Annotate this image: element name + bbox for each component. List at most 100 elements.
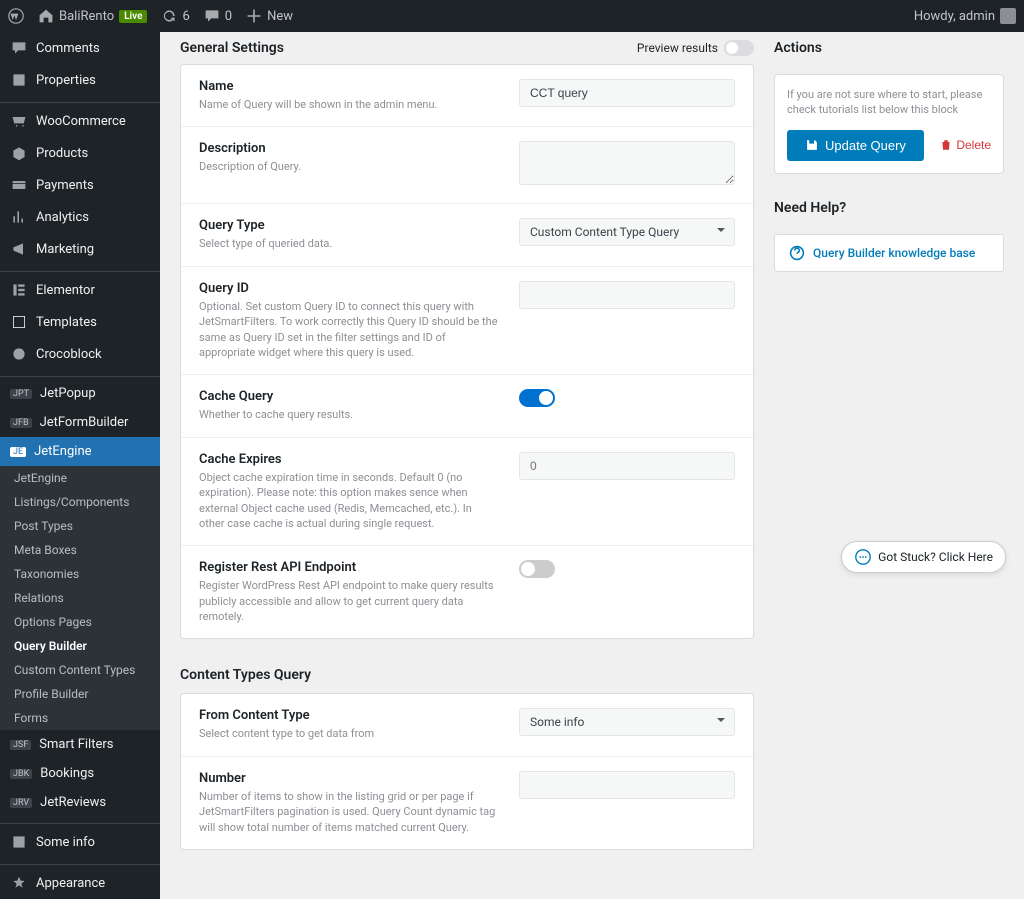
preview-results-toggle[interactable]: Preview results [637,40,754,56]
restapi-toggle[interactable] [519,560,555,578]
sidebar-sub-listings-components[interactable]: Listings/Components [0,490,160,514]
admin-sidebar: Comments Properties WooCommerce Products… [0,32,160,899]
cct-query-card: From Content Type Select content type to … [180,693,754,850]
actions-box: If you are not sure where to start, plea… [774,74,1004,174]
info-icon [10,833,28,851]
question-icon [789,245,805,261]
sidebar-sub-forms[interactable]: Forms [0,706,160,730]
cacheexpires-label: Cache Expires [199,452,499,467]
sidebar-item-jetpopup[interactable]: JPTJetPopup [0,379,160,408]
sidebar-sub-taxonomies[interactable]: Taxonomies [0,562,160,586]
cachequery-desc: Whether to cache query results. [199,408,353,421]
floating-help-button[interactable]: Got Stuck? Click Here [841,541,1006,573]
product-icon [10,144,28,162]
new-label: New [267,9,293,24]
sidebar-sub-custom-content-types[interactable]: Custom Content Types [0,658,160,682]
site-name: BaliRento [59,9,114,24]
general-settings-card: Name Name of Query will be shown in the a… [180,64,754,639]
sidebar-item-jetreviews[interactable]: JRVJetReviews [0,788,160,817]
sidebar-sub-jetengine[interactable]: JetEngine [0,466,160,490]
sidebar-item-templates[interactable]: Templates [0,306,160,338]
elementor-icon [10,281,28,299]
sidebar-sub-query-builder[interactable]: Query Builder [0,634,160,658]
woo-icon [10,112,28,130]
number-input[interactable] [519,771,735,799]
number-label: Number [199,771,499,786]
delete-button[interactable]: Delete [940,138,991,152]
avatar [1000,8,1016,24]
queryid-input[interactable] [519,281,735,309]
sidebar-item-appearance[interactable]: Appearance [0,867,160,899]
fromtype-select[interactable]: Some info [519,708,735,736]
queryid-desc: Optional. Set custom Query ID to connect… [199,300,498,359]
description-input[interactable] [519,141,735,185]
cachequery-label: Cache Query [199,389,499,404]
page-header: General Settings Preview results [180,32,754,64]
sidebar-item-someinfo[interactable]: Some info [0,826,160,858]
comments-link[interactable]: 0 [204,8,232,24]
jet-icon: JFB [10,418,32,428]
sidebar-item-comments[interactable]: Comments [0,32,160,64]
queryid-label: Query ID [199,281,499,296]
sidebar-item-jetengine[interactable]: JEJetEngine [0,437,160,466]
name-label: Name [199,79,499,94]
comments-count: 0 [225,9,232,24]
querytype-label: Query Type [199,218,499,233]
sidebar-item-analytics[interactable]: Analytics [0,201,160,233]
sidebar-sub-profile-builder[interactable]: Profile Builder [0,682,160,706]
site-name-link[interactable]: BaliRentoLive [38,8,147,24]
sidebar-item-payments[interactable]: Payments [0,169,160,201]
chat-icon [854,548,872,566]
cacheexpires-desc: Object cache expiration time in seconds.… [199,471,472,530]
cct-section-title: Content Types Query [180,657,754,693]
page-title: General Settings [180,40,284,56]
help-link-card[interactable]: Query Builder knowledge base [774,234,1004,272]
template-icon [10,313,28,331]
wp-logo[interactable] [8,8,24,24]
sidebar-item-crocoblock[interactable]: Crocoblock [0,338,160,370]
restapi-label: Register Rest API Endpoint [199,560,499,575]
sidebar-sub-options-pages[interactable]: Options Pages [0,610,160,634]
appearance-icon [10,874,28,892]
sidebar-item-jetformbuilder[interactable]: JFBJetFormBuilder [0,408,160,437]
cachequery-toggle[interactable] [519,389,555,407]
property-icon [10,71,28,89]
restapi-desc: Register WordPress Rest API endpoint to … [199,579,494,623]
toggle-icon [724,40,754,56]
sidebar-item-smartfilters[interactable]: JSFSmart Filters [0,730,160,759]
howdy-link[interactable]: Howdy, admin [914,8,1016,24]
sidebar-sub-post-types[interactable]: Post Types [0,514,160,538]
cacheexpires-input[interactable] [519,452,735,480]
jet-icon: JRV [10,798,32,808]
actions-hint: If you are not sure where to start, plea… [787,87,991,118]
sidebar-item-products[interactable]: Products [0,137,160,169]
jet-icon: JPT [10,389,32,399]
sidebar-item-woocommerce[interactable]: WooCommerce [0,105,160,137]
analytics-icon [10,208,28,226]
sidebar-item-elementor[interactable]: Elementor [0,274,160,306]
fromtype-label: From Content Type [199,708,499,723]
sidebar-item-marketing[interactable]: Marketing [0,233,160,265]
comment-icon [10,39,28,57]
sidebar-item-bookings[interactable]: JBKBookings [0,759,160,788]
trash-icon [940,139,952,151]
sidebar-sub-meta-boxes[interactable]: Meta Boxes [0,538,160,562]
croco-icon [10,345,28,363]
kb-link[interactable]: Query Builder knowledge base [813,246,975,260]
name-desc: Name of Query will be shown in the admin… [199,98,437,111]
actions-title: Actions [774,32,1004,64]
admin-bar: BaliRentoLive 6 0 New Howdy, admin [0,0,1024,32]
sidebar-sub-relations[interactable]: Relations [0,586,160,610]
sidebar-item-properties[interactable]: Properties [0,64,160,96]
description-label: Description [199,141,499,156]
updates-link[interactable]: 6 [161,8,189,24]
querytype-select[interactable]: Custom Content Type Query [519,218,735,246]
new-link[interactable]: New [246,8,293,24]
update-query-button[interactable]: Update Query [787,130,924,161]
howdy-text: Howdy, admin [914,9,995,24]
payment-icon [10,176,28,194]
updates-count: 6 [182,9,189,24]
jet-icon: JE [10,447,26,457]
name-input[interactable] [519,79,735,107]
fromtype-desc: Select content type to get data from [199,727,374,740]
